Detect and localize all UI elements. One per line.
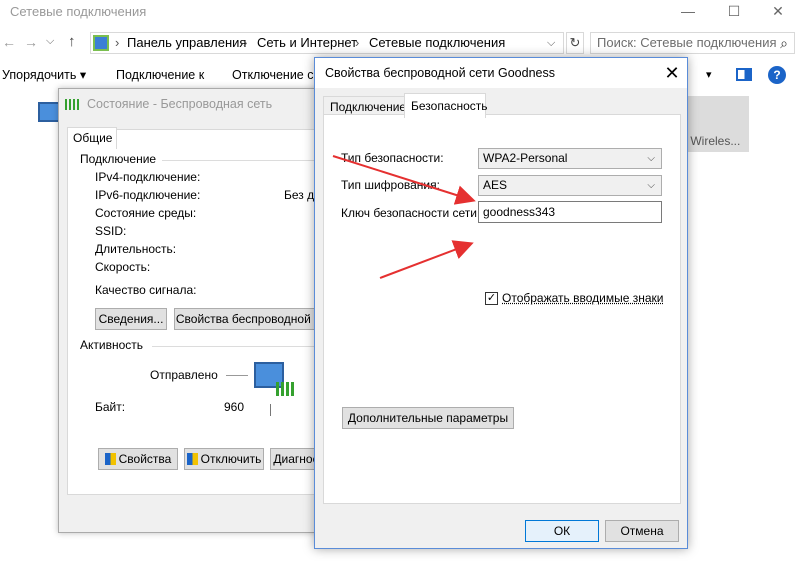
breadcrumb-sep-icon: › xyxy=(115,35,120,50)
search-input[interactable]: Поиск: Сетевые подключения ⌕ xyxy=(590,32,795,54)
disable-button[interactable]: Отключить xyxy=(184,448,264,470)
speed-label: Скорость: xyxy=(95,260,151,274)
security-type-select[interactable]: WPA2-Personal ⌵ xyxy=(478,148,662,169)
bytes-label: Байт: xyxy=(95,400,126,414)
dialog-title: Свойства беспроводной сети Goodness xyxy=(325,66,555,80)
wireless-properties-button[interactable]: Свойства беспроводной с xyxy=(174,308,322,330)
address-dropdown-icon[interactable]: ⌵ xyxy=(547,33,555,53)
show-characters-checkbox[interactable]: ✓ xyxy=(485,292,498,305)
dialog-titlebar: Свойства беспроводной сети Goodness ✕ xyxy=(315,58,687,88)
encryption-type-select[interactable]: AES ⌵ xyxy=(478,175,662,196)
status-window: Состояние - Беспроводная сеть Общие Подк… xyxy=(58,88,327,533)
security-type-value: WPA2-Personal xyxy=(483,151,568,165)
ipv6-label: IPv6-подключение: xyxy=(95,188,201,202)
connection-section-title: Подключение xyxy=(80,152,157,166)
tab-security[interactable]: Безопасность xyxy=(404,93,488,118)
control-panel-icon xyxy=(93,35,109,51)
ipv4-label: IPv4-подключение: xyxy=(95,170,201,184)
search-icon: ⌕ xyxy=(780,35,788,51)
minimize-button[interactable]: — xyxy=(666,0,710,24)
disconnect-button[interactable]: Отключение се xyxy=(232,62,320,88)
properties-button-label: Свойства xyxy=(118,452,172,466)
connect-to-button[interactable]: Подключение к xyxy=(116,62,204,88)
status-window-title: Состояние - Беспроводная сеть xyxy=(87,97,273,111)
activity-divider xyxy=(270,404,271,416)
security-panel: Тип безопасности: WPA2-Personal ⌵ Тип шиф… xyxy=(323,114,681,504)
details-button[interactable]: Сведения... xyxy=(95,308,167,330)
breadcrumb-network-connections[interactable]: Сетевые подключения xyxy=(369,33,505,53)
wireless-signal-icon xyxy=(65,99,79,110)
search-placeholder: Поиск: Сетевые подключения xyxy=(597,35,777,50)
duration-label: Длительность: xyxy=(95,242,177,256)
shield-icon xyxy=(104,453,116,465)
maximize-button[interactable]: ☐ xyxy=(712,0,756,24)
breadcrumb-control-panel[interactable]: Панель управления xyxy=(127,33,246,53)
signal-quality-label: Качество сигнала: xyxy=(95,283,197,297)
chevron-down-icon: ⌵ xyxy=(647,180,655,191)
encryption-type-value: AES xyxy=(483,178,508,192)
security-key-input[interactable]: goodness343 xyxy=(478,201,662,223)
media-state-label: Состояние среды: xyxy=(95,206,197,220)
forward-icon[interactable]: → xyxy=(24,34,38,50)
breadcrumb-sep-icon: › xyxy=(355,35,360,50)
wireless-properties-dialog: Свойства беспроводной сети Goodness ✕ По… xyxy=(314,57,688,549)
up-icon[interactable]: ↑ xyxy=(68,33,76,50)
breadcrumb-network-internet[interactable]: Сеть и Интернет xyxy=(257,33,357,53)
ok-button[interactable]: ОК xyxy=(525,520,599,542)
disable-button-label: Отключить xyxy=(200,452,262,466)
history-dropdown-icon[interactable]: ⌵ xyxy=(46,35,54,48)
close-icon[interactable]: ✕ xyxy=(659,60,685,86)
security-key-label: Ключ безопасности сети xyxy=(341,206,477,220)
preview-pane-icon[interactable] xyxy=(736,68,752,81)
tab-general[interactable]: Общие xyxy=(67,127,117,149)
organize-menu[interactable]: Упорядочить ▾ xyxy=(2,62,86,88)
properties-button[interactable]: Свойства xyxy=(98,448,178,470)
signal-bars-icon xyxy=(276,382,294,396)
cancel-button[interactable]: Отмена xyxy=(605,520,679,542)
bytes-sent-value: 960 xyxy=(224,400,245,414)
security-type-label: Тип безопасности: xyxy=(341,151,444,165)
ssid-label: SSID: xyxy=(95,224,127,238)
status-panel: Подключение IPv4-подключение: IPv6-подкл… xyxy=(67,129,327,495)
view-options-dropdown-icon[interactable]: ▾ xyxy=(706,62,712,88)
encryption-type-label: Тип шифрования: xyxy=(341,178,440,192)
advanced-settings-button[interactable]: Дополнительные параметры xyxy=(342,407,514,429)
sent-label: Отправлено xyxy=(150,368,218,382)
refresh-icon[interactable]: ↻ xyxy=(566,32,584,54)
close-button[interactable]: ✕ xyxy=(756,0,800,24)
breadcrumb-sep-icon: › xyxy=(243,35,248,50)
window-title: Сетевые подключения xyxy=(10,4,147,19)
network-adapter-icon[interactable] xyxy=(38,102,60,122)
connection-device-fragment: J Wireles... xyxy=(681,134,741,148)
help-icon[interactable]: ? xyxy=(768,66,786,84)
address-bar[interactable]: › Панель управления › Сеть и Интернет › … xyxy=(90,32,564,54)
chevron-down-icon: ⌵ xyxy=(647,153,655,164)
back-icon[interactable]: ← xyxy=(2,34,16,50)
show-characters-label[interactable]: Отображать вводимые знаки xyxy=(502,291,663,305)
shield-icon xyxy=(186,453,198,465)
activity-section-title: Активность xyxy=(80,338,144,352)
